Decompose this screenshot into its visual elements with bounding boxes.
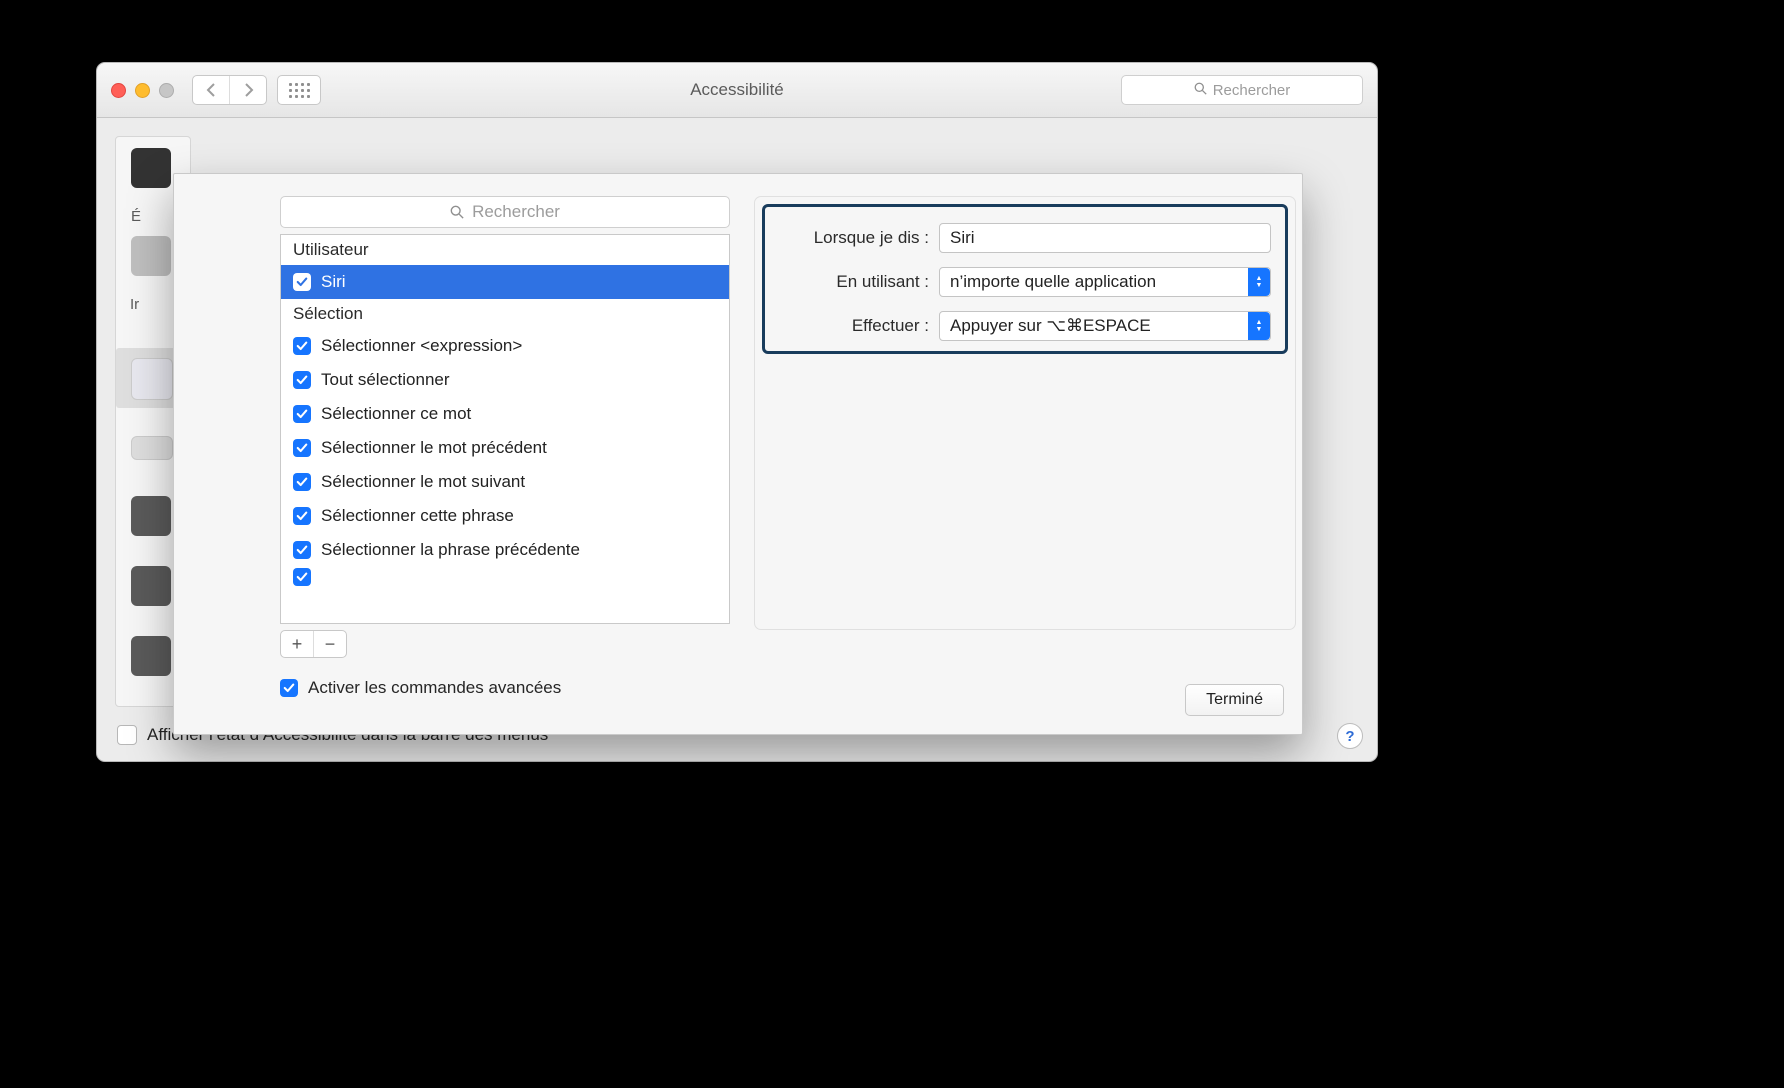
sidebar-thumb <box>131 358 173 400</box>
search-icon <box>1194 82 1207 98</box>
list-item-label: Sélectionner la phrase précédente <box>321 540 580 560</box>
show-all-button[interactable] <box>277 75 321 105</box>
commands-sheet: Rechercher Utilisateur Siri Sélection Sé… <box>173 173 1303 735</box>
when-i-say-label: Lorsque je dis : <box>779 228 929 248</box>
commands-list[interactable]: Utilisateur Siri Sélection Sélectionner … <box>280 234 730 624</box>
checkbox[interactable] <box>293 507 311 525</box>
done-label: Terminé <box>1206 691 1263 709</box>
titlebar: Accessibilité Rechercher <box>97 63 1377 118</box>
group-header-user: Utilisateur <box>281 235 729 265</box>
list-item[interactable]: Sélectionner <expression> <box>281 329 729 363</box>
perform-value: Appuyer sur ⌥⌘ESPACE <box>950 316 1151 336</box>
preferences-window: Accessibilité Rechercher É Ir A <box>96 62 1378 762</box>
back-button[interactable] <box>193 76 229 104</box>
search-icon <box>450 205 464 219</box>
checkbox[interactable] <box>293 541 311 559</box>
close-window-button[interactable] <box>111 83 126 98</box>
sidebar-thumb <box>131 236 171 276</box>
checkbox[interactable] <box>293 568 311 586</box>
checkbox[interactable] <box>293 439 311 457</box>
sheet-search-field[interactable]: Rechercher <box>280 196 730 228</box>
window-controls <box>111 83 174 98</box>
list-item[interactable]: Tout sélectionner <box>281 363 729 397</box>
add-button[interactable]: + <box>281 631 313 657</box>
group-header-selection: Sélection <box>281 299 729 329</box>
remove-button[interactable]: − <box>313 631 346 657</box>
sheet-search-placeholder: Rechercher <box>472 202 560 222</box>
advanced-commands-label: Activer les commandes avancées <box>308 678 561 698</box>
preferences-body: É Ir Afficher l’état d’Accessibilité dan… <box>97 118 1377 762</box>
sidebar-thumb <box>131 148 171 188</box>
zoom-window-button[interactable] <box>159 83 174 98</box>
when-i-say-input[interactable]: Siri <box>939 223 1271 253</box>
using-popup[interactable]: n’importe quelle application ▲▼ <box>939 267 1271 297</box>
chevron-right-icon <box>243 83 254 97</box>
sidebar-label-partial: Ir <box>130 296 139 313</box>
updown-arrows-icon: ▲▼ <box>1248 312 1270 340</box>
sidebar-thumb <box>131 496 171 536</box>
highlighted-fields: Lorsque je dis : Siri En utilisant : n’i… <box>762 204 1288 354</box>
list-item-label: Sélectionner ce mot <box>321 404 471 424</box>
forward-button[interactable] <box>229 76 266 104</box>
sidebar-thumb <box>131 566 171 606</box>
using-value: n’importe quelle application <box>950 272 1156 292</box>
minimize-window-button[interactable] <box>135 83 150 98</box>
when-i-say-value: Siri <box>950 228 975 248</box>
sidebar-thumb <box>131 436 173 460</box>
done-button[interactable]: Terminé <box>1185 684 1284 716</box>
perform-popup[interactable]: Appuyer sur ⌥⌘ESPACE ▲▼ <box>939 311 1271 341</box>
list-item-label: Sélectionner le mot suivant <box>321 472 525 492</box>
advanced-commands-checkbox[interactable] <box>280 679 298 697</box>
checkbox[interactable] <box>293 405 311 423</box>
list-item[interactable]: Siri <box>281 265 729 299</box>
toolbar-search-field[interactable]: Rechercher <box>1121 75 1363 105</box>
grid-icon <box>289 83 310 98</box>
list-item-label: Tout sélectionner <box>321 370 450 390</box>
help-icon: ? <box>1345 728 1354 745</box>
list-item[interactable]: Sélectionner le mot précédent <box>281 431 729 465</box>
updown-arrows-icon: ▲▼ <box>1248 268 1270 296</box>
list-item-label: Sélectionner <expression> <box>321 336 522 356</box>
list-item[interactable]: Sélectionner la phrase précédente <box>281 533 729 567</box>
list-item-partial[interactable] <box>281 567 729 587</box>
checkbox[interactable] <box>293 473 311 491</box>
list-item[interactable]: Sélectionner le mot suivant <box>281 465 729 499</box>
list-item-label: Sélectionner le mot précédent <box>321 438 547 458</box>
help-button[interactable]: ? <box>1337 723 1363 749</box>
add-remove-segment: + − <box>280 630 347 658</box>
list-item[interactable]: Sélectionner ce mot <box>281 397 729 431</box>
toolbar-search-placeholder: Rechercher <box>1213 82 1291 99</box>
checkbox[interactable] <box>293 273 311 291</box>
command-detail-panel: Lorsque je dis : Siri En utilisant : n’i… <box>754 196 1296 630</box>
chevron-left-icon <box>206 83 217 97</box>
list-item-label: Siri <box>321 272 346 292</box>
nav-back-forward <box>192 75 267 105</box>
sidebar-thumb <box>131 636 171 676</box>
menubar-status-checkbox[interactable] <box>117 725 137 745</box>
using-label: En utilisant : <box>779 272 929 292</box>
list-item[interactable]: Sélectionner cette phrase <box>281 499 729 533</box>
advanced-commands-row: Activer les commandes avancées <box>280 678 561 698</box>
sidebar-label-partial: É <box>131 208 141 225</box>
checkbox[interactable] <box>293 371 311 389</box>
perform-label: Effectuer : <box>779 316 929 336</box>
checkbox[interactable] <box>293 337 311 355</box>
list-item-label: Sélectionner cette phrase <box>321 506 514 526</box>
